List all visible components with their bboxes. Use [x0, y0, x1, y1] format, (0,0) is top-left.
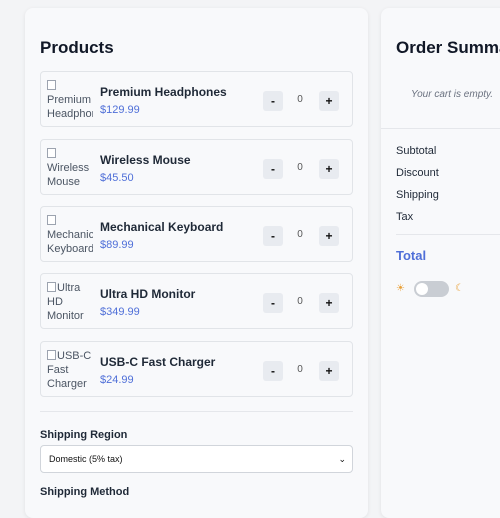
discount-label: Discount	[396, 167, 439, 179]
broken-image-icon	[47, 148, 56, 158]
decrease-quantity-button[interactable]: -	[263, 293, 283, 313]
increase-quantity-button[interactable]: +	[319, 361, 339, 381]
product-image-alt: Mechanical Keyboard	[47, 229, 93, 255]
moon-icon: ☾	[455, 283, 464, 294]
tax-label: Tax	[396, 211, 414, 223]
product-image-alt: Wireless Mouse	[47, 162, 90, 188]
quantity-value: 0	[297, 364, 303, 375]
product-price: $89.99	[100, 239, 134, 251]
product-image-alt: Premium Headphones	[47, 94, 93, 120]
increase-quantity-button[interactable]: +	[319, 226, 339, 246]
product-price: $24.99	[100, 374, 134, 386]
divider	[396, 234, 500, 235]
product-name: Premium Headphones	[100, 85, 227, 99]
increase-quantity-button[interactable]: +	[319, 293, 339, 313]
broken-image-icon	[47, 282, 56, 292]
empty-cart-message: Your cart is empty.	[411, 89, 494, 100]
theme-toggle-row: ☀ ☾	[396, 281, 476, 297]
shipping-region-select[interactable]: Domestic (5% tax) ⌄	[40, 445, 353, 473]
decrease-quantity-button[interactable]: -	[263, 159, 283, 179]
product-price: $349.99	[100, 306, 140, 318]
product-name: Wireless Mouse	[100, 153, 191, 167]
toggle-knob	[416, 283, 428, 295]
products-title: Products	[40, 38, 114, 57]
total-label: Total	[396, 248, 427, 263]
broken-image-icon	[47, 80, 56, 90]
increase-quantity-button[interactable]: +	[319, 91, 339, 111]
increase-quantity-button[interactable]: +	[319, 159, 339, 179]
product-card: Premium Headphones Premium Headphones $1…	[40, 71, 353, 127]
product-image: USB-C Fast Charger	[47, 349, 93, 391]
quantity-value: 0	[297, 229, 303, 240]
shipping-method-label: Shipping Method	[40, 486, 130, 498]
quantity-value: 0	[297, 94, 303, 105]
product-name: Ultra HD Monitor	[100, 287, 196, 301]
broken-image-icon	[47, 215, 56, 225]
order-summary-panel: Order Summary Your cart is empty. Subtot…	[381, 8, 500, 518]
shipping-region-value: Domestic (5% tax)	[49, 454, 123, 464]
product-card: USB-C Fast Charger USB-C Fast Charger $2…	[40, 341, 353, 397]
product-image: Wireless Mouse	[47, 147, 93, 189]
product-name: Mechanical Keyboard	[100, 220, 224, 234]
decrease-quantity-button[interactable]: -	[263, 226, 283, 246]
product-card: Wireless Mouse Wireless Mouse $45.50 - 0…	[40, 139, 353, 195]
product-image: Premium Headphones	[47, 79, 93, 121]
subtotal-label: Subtotal	[396, 145, 437, 157]
divider	[40, 411, 353, 412]
shipping-label: Shipping	[396, 189, 439, 201]
decrease-quantity-button[interactable]: -	[263, 91, 283, 111]
product-price: $129.99	[100, 104, 140, 116]
product-price: $45.50	[100, 172, 134, 184]
order-summary-title: Order Summary	[396, 38, 500, 57]
product-name: USB-C Fast Charger	[100, 355, 216, 369]
products-panel: Products Premium Headphones Premium Head…	[25, 8, 368, 518]
broken-image-icon	[47, 350, 56, 360]
dark-mode-toggle[interactable]	[414, 281, 449, 297]
decrease-quantity-button[interactable]: -	[263, 361, 283, 381]
quantity-value: 0	[297, 296, 303, 307]
quantity-value: 0	[297, 162, 303, 173]
shipping-region-label: Shipping Region	[40, 429, 128, 441]
chevron-down-icon: ⌄	[338, 454, 346, 464]
product-image: Ultra HD Monitor	[47, 281, 93, 323]
product-card: Mechanical Keyboard Mechanical Keyboard …	[40, 206, 353, 262]
product-card: Ultra HD Monitor Ultra HD Monitor $349.9…	[40, 273, 353, 329]
sun-icon: ☀	[396, 283, 405, 294]
product-image: Mechanical Keyboard	[47, 214, 93, 256]
divider	[381, 128, 500, 129]
